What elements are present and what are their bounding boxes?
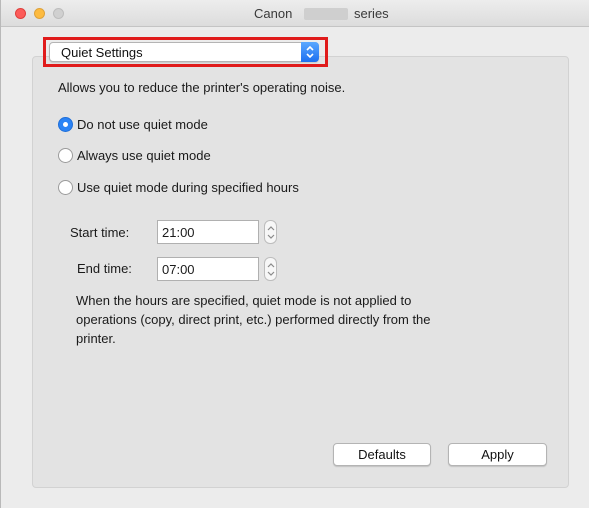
radio-label: Do not use quiet mode — [77, 117, 208, 132]
end-time-stepper[interactable] — [264, 257, 277, 281]
printer-utility-window: Canon series Quiet Settings Allows you t… — [0, 0, 589, 508]
apply-button[interactable]: Apply — [448, 443, 547, 466]
redacted-model-name — [304, 8, 348, 20]
window-title-suffix: series — [354, 6, 389, 21]
stepper-arrows-icon — [267, 226, 275, 239]
end-time-label: End time: — [77, 261, 132, 276]
quiet-mode-note: When the hours are specified, quiet mode… — [76, 293, 431, 346]
start-time-field[interactable]: 21:00 — [157, 220, 259, 244]
highlight-box — [43, 37, 328, 67]
title-bar[interactable]: Canon series — [1, 0, 589, 27]
end-time-field[interactable]: 07:00 — [157, 257, 259, 281]
window-title-prefix: Canon — [254, 6, 293, 21]
minimize-window-button[interactable] — [34, 8, 45, 19]
radio-button-icon[interactable] — [58, 117, 73, 132]
stepper-arrows-icon — [267, 263, 275, 276]
zoom-window-button[interactable] — [53, 8, 64, 19]
radio-button-icon[interactable] — [58, 180, 73, 195]
start-time-label: Start time: — [70, 225, 130, 240]
close-window-button[interactable] — [15, 8, 26, 19]
defaults-button[interactable]: Defaults — [333, 443, 431, 466]
radio-label: Always use quiet mode — [77, 148, 211, 163]
radio-button-icon[interactable] — [58, 148, 73, 163]
radio-label: Use quiet mode during specified hours — [77, 180, 299, 195]
start-time-stepper[interactable] — [264, 220, 277, 244]
description-text: Allows you to reduce the printer's opera… — [58, 80, 346, 95]
